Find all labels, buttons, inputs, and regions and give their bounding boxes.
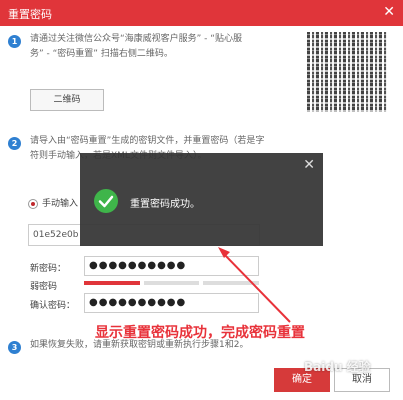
watermark-logo: Baidu 经验 (304, 360, 371, 374)
annotation-caption: 显示重置密码成功，完成密码重置 (95, 325, 305, 341)
